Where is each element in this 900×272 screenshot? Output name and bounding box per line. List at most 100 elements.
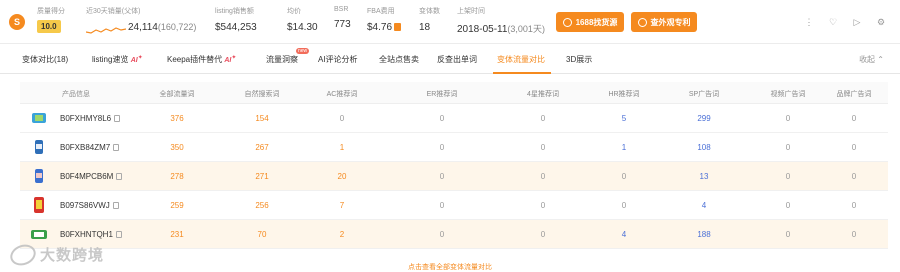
- th-all-traffic: 全部流量词: [159, 91, 195, 98]
- bsr-label: BSR: [334, 6, 349, 13]
- tab-ai-review-analysis-label: AI评论分析: [318, 55, 358, 64]
- tab-traffic-insight-label: 流量洞察: [266, 55, 298, 64]
- fba-value: $4.76: [367, 22, 393, 33]
- cell-4star: 0: [540, 230, 546, 239]
- cell-organic: 267: [255, 143, 269, 152]
- tab-variant-compare[interactable]: 变体对比(18): [22, 54, 68, 65]
- patent-icon: [637, 17, 647, 27]
- cell-hr[interactable]: 4: [622, 230, 626, 239]
- tab-ai-review-analysis[interactable]: AI评论分析: [318, 54, 358, 65]
- tab-3d-view[interactable]: 3D展示: [566, 54, 592, 65]
- tab-keepa-alternative[interactable]: Keepa插件替代 AI✦: [167, 54, 236, 65]
- tab-bar: 变体对比(18) listing速览 AI✦ Keepa插件替代 AI✦ 流量洞…: [0, 44, 900, 74]
- cell-hr: 0: [621, 172, 627, 181]
- product-thumbnail[interactable]: [30, 138, 48, 156]
- tab-variant-compare-label: 变体对比(18): [22, 55, 69, 64]
- chevron-up-icon: ⌃: [877, 55, 884, 64]
- cell-brand-ad: 0: [851, 172, 857, 181]
- view-all-variant-traffic-link[interactable]: 点击查看全部变体流量对比: [0, 262, 900, 272]
- th-video-ad: 视频广告词: [770, 91, 806, 98]
- copy-icon[interactable]: [116, 173, 123, 180]
- heart-icon[interactable]: ♡: [828, 16, 838, 28]
- cell-sp[interactable]: 13: [700, 172, 709, 181]
- top-icon-group: ⋮ ♡ ▷ ⚙: [804, 16, 886, 28]
- table-header: 产品信息 全部流量词 自然搜索词 AC推荐词 ER推荐词 4星推荐词 HR推荐词…: [20, 82, 888, 104]
- tab-reverse-keywords-label: 反查出单词: [437, 55, 477, 64]
- cell-sp[interactable]: 299: [697, 114, 710, 123]
- tab-listing-overview[interactable]: listing速览 AI✦: [92, 54, 143, 65]
- asin-text: B0FXB84ZM7: [60, 143, 111, 152]
- cell-er: 0: [439, 201, 445, 210]
- cell-er: 0: [439, 143, 445, 152]
- tab-traffic-insight[interactable]: 流量洞察 new: [266, 48, 310, 65]
- bsr-stat: BSR 773: [334, 6, 351, 30]
- cell-sp[interactable]: 188: [697, 230, 710, 239]
- asin-text: B0FXHNTQH1: [60, 230, 113, 239]
- revenue-label: listing销售额: [215, 8, 254, 15]
- th-organic: 自然搜索词: [244, 91, 280, 98]
- sparkle-icon: ✦: [231, 55, 237, 61]
- asin-text: B0FXHMY8L6: [60, 114, 112, 123]
- product-thumbnail[interactable]: [30, 225, 48, 243]
- tab-variant-traffic-compare[interactable]: 变体流量对比: [497, 54, 545, 65]
- sales-trend-sparkline: [86, 27, 126, 34]
- product-thumbnail[interactable]: [30, 109, 48, 127]
- th-product: 产品信息: [62, 91, 90, 98]
- find-source-button[interactable]: 1688找货源: [556, 12, 624, 32]
- asin-cell: B0FXHNTQH1: [60, 230, 122, 239]
- cell-sp[interactable]: 4: [702, 201, 706, 210]
- cell-video-ad: 0: [785, 172, 791, 181]
- stats-bar: S 质量得分 10.0 近30天销量(父体) 24,114(160,722) l…: [0, 0, 900, 44]
- cell-er: 0: [439, 114, 445, 123]
- tab-reverse-keywords[interactable]: 反查出单词: [437, 54, 477, 65]
- collapse-toggle[interactable]: 收起 ⌃: [859, 54, 884, 65]
- listed-value: 2018-05-11: [457, 24, 508, 35]
- cell-all-traffic: 278: [170, 172, 184, 181]
- cell-ac: 20: [337, 172, 347, 181]
- cell-ac: 2: [339, 230, 345, 239]
- variants-label: 变体数: [419, 8, 440, 15]
- cell-sp[interactable]: 108: [697, 143, 710, 152]
- listed-days: (3,001天): [507, 24, 545, 34]
- fba-detail-icon[interactable]: [394, 23, 402, 31]
- variants-stat: 变体数 18: [419, 6, 440, 33]
- bsr-value: 773: [334, 19, 351, 30]
- more-icon[interactable]: ⋮: [804, 16, 814, 28]
- cell-video-ad: 0: [785, 143, 791, 152]
- asin-cell: B0F4MPCB6M: [60, 172, 123, 181]
- active-tab-indicator: [493, 72, 551, 74]
- cell-hr[interactable]: 5: [622, 114, 626, 123]
- copy-icon[interactable]: [115, 231, 122, 238]
- cell-organic: 256: [255, 201, 269, 210]
- new-badge: new: [296, 48, 310, 54]
- settings-icon[interactable]: ⚙: [876, 16, 886, 28]
- video-icon[interactable]: ▷: [852, 16, 862, 28]
- revenue-value: $544,253: [215, 22, 257, 33]
- cell-er: 0: [439, 230, 445, 239]
- product-thumbnail[interactable]: [30, 167, 48, 185]
- cell-4star: 0: [540, 201, 546, 210]
- copy-icon[interactable]: [113, 144, 120, 151]
- th-ac: AC推荐词: [326, 91, 358, 98]
- asin-text: B097S86VWJ: [60, 201, 110, 210]
- asin-cell: B0FXB84ZM7: [60, 143, 120, 152]
- ai-tag: AI: [130, 57, 138, 64]
- copy-icon[interactable]: [114, 115, 121, 122]
- design-patent-button[interactable]: 查外观专利: [631, 12, 697, 32]
- asin-cell: B0FXHMY8L6: [60, 114, 121, 123]
- cell-hr[interactable]: 1: [622, 143, 626, 152]
- table-row: B0F4MPCB6M 278 271 20 0 0 0 13 0 0: [20, 162, 888, 191]
- link-icon: [562, 17, 572, 27]
- copy-icon[interactable]: [112, 202, 119, 209]
- cell-4star: 0: [540, 114, 546, 123]
- cell-organic: 271: [255, 172, 269, 181]
- product-thumbnail[interactable]: [30, 196, 48, 214]
- cell-video-ad: 0: [785, 201, 791, 210]
- listed-stat: 上架时间 2018-05-11(3,001天): [457, 6, 545, 35]
- price-label: 均价: [287, 8, 301, 15]
- th-hr: HR推荐词: [608, 91, 640, 98]
- table-row: B0FXHNTQH1 231 70 2 0 0 4 188 0 0: [20, 220, 888, 249]
- tab-listing-overview-label: listing速览: [92, 55, 129, 64]
- cell-all-traffic: 259: [170, 201, 184, 210]
- tab-all-marketplaces[interactable]: 全站点售卖: [379, 54, 419, 65]
